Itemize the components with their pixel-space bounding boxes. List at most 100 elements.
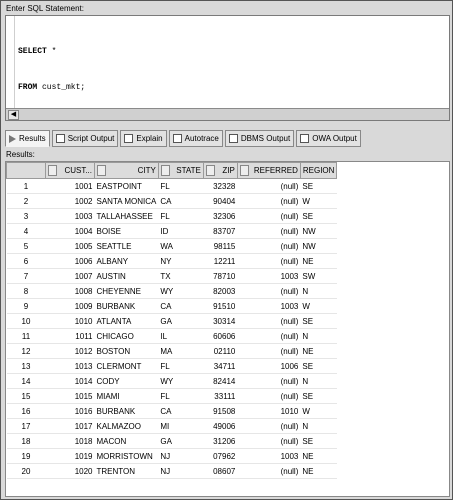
zip-cell[interactable]: 12211 [203, 253, 238, 269]
state-cell[interactable]: NY [158, 253, 204, 269]
zip-cell[interactable]: 34711 [203, 358, 238, 374]
referred-cell[interactable]: (null) [237, 463, 301, 479]
city-cell[interactable]: BOSTON [94, 343, 159, 359]
state-cell[interactable]: FL [158, 178, 204, 194]
city-cell[interactable]: ALBANY [94, 253, 159, 269]
state-cell[interactable]: NJ [158, 448, 204, 464]
state-cell[interactable]: CA [158, 403, 204, 419]
city-cell[interactable]: MORRISTOWN [94, 448, 159, 464]
column-header-city[interactable]: CITY [94, 162, 159, 179]
city-cell[interactable]: CHICAGO [94, 328, 159, 344]
tab-autotrace[interactable]: Autotrace [168, 130, 223, 147]
cust-id-cell[interactable]: 1019 [45, 448, 95, 464]
table-row[interactable]: 14 1014 CODY WY 82414 (null) N [6, 373, 337, 389]
table-row[interactable]: 6 1006 ALBANY NY 12211 (null) NE [6, 253, 337, 269]
zip-cell[interactable]: 78710 [203, 268, 238, 284]
cust-id-cell[interactable]: 1001 [45, 178, 95, 194]
zip-cell[interactable]: 07962 [203, 448, 238, 464]
region-cell[interactable]: N [300, 283, 337, 299]
state-cell[interactable]: CA [158, 298, 204, 314]
cust-id-cell[interactable]: 1007 [45, 268, 95, 284]
table-row[interactable]: 1 1001 EASTPOINT FL 32328 (null) SE [6, 178, 337, 194]
state-cell[interactable]: MA [158, 343, 204, 359]
referred-cell[interactable]: (null) [237, 418, 301, 434]
city-cell[interactable]: TRENTON [94, 463, 159, 479]
cust-id-cell[interactable]: 1004 [45, 223, 95, 239]
state-cell[interactable]: FL [158, 208, 204, 224]
state-cell[interactable]: GA [158, 433, 204, 449]
referred-cell[interactable]: (null) [237, 433, 301, 449]
referred-cell[interactable]: (null) [237, 343, 301, 359]
state-cell[interactable]: WA [158, 238, 204, 254]
state-cell[interactable]: WY [158, 373, 204, 389]
region-cell[interactable]: SE [300, 433, 337, 449]
region-cell[interactable]: NE [300, 253, 337, 269]
referred-cell[interactable]: (null) [237, 373, 301, 389]
city-cell[interactable]: SANTA MONICA [94, 193, 159, 209]
state-cell[interactable]: CA [158, 193, 204, 209]
table-row[interactable]: 12 1012 BOSTON MA 02110 (null) NE [6, 343, 337, 359]
table-row[interactable]: 4 1004 BOISE ID 83707 (null) NW [6, 223, 337, 239]
region-cell[interactable]: N [300, 328, 337, 344]
region-cell[interactable]: SE [300, 208, 337, 224]
table-row[interactable]: 2 1002 SANTA MONICA CA 90404 (null) W [6, 193, 337, 209]
city-cell[interactable]: SEATTLE [94, 238, 159, 254]
editor-horizontal-scrollbar[interactable]: ◀ [6, 108, 449, 120]
referred-cell[interactable]: 1010 [237, 403, 301, 419]
region-cell[interactable]: SE [300, 178, 337, 194]
table-row[interactable]: 11 1011 CHICAGO IL 60606 (null) N [6, 328, 337, 344]
referred-cell[interactable]: (null) [237, 208, 301, 224]
zip-cell[interactable]: 91508 [203, 403, 238, 419]
region-cell[interactable]: SE [300, 358, 337, 374]
cust-id-cell[interactable]: 1013 [45, 358, 95, 374]
cust-id-cell[interactable]: 1012 [45, 343, 95, 359]
cust-id-cell[interactable]: 1017 [45, 418, 95, 434]
zip-cell[interactable]: 02110 [203, 343, 238, 359]
table-row[interactable]: 5 1005 SEATTLE WA 98115 (null) NW [6, 238, 337, 254]
city-cell[interactable]: BOISE [94, 223, 159, 239]
referred-cell[interactable]: (null) [237, 238, 301, 254]
table-row[interactable]: 16 1016 BURBANK CA 91508 1010 W [6, 403, 337, 419]
referred-cell[interactable]: (null) [237, 193, 301, 209]
state-cell[interactable]: GA [158, 313, 204, 329]
region-cell[interactable]: NE [300, 448, 337, 464]
zip-cell[interactable]: 32306 [203, 208, 238, 224]
city-cell[interactable]: EASTPOINT [94, 178, 159, 194]
city-cell[interactable]: MACON [94, 433, 159, 449]
table-row[interactable]: 9 1009 BURBANK CA 91510 1003 W [6, 298, 337, 314]
state-cell[interactable]: FL [158, 358, 204, 374]
region-cell[interactable]: SW [300, 268, 337, 284]
zip-cell[interactable]: 32328 [203, 178, 238, 194]
region-cell[interactable]: W [300, 193, 337, 209]
scroll-left-arrow-icon[interactable]: ◀ [8, 110, 19, 120]
region-cell[interactable]: NE [300, 343, 337, 359]
state-cell[interactable]: FL [158, 388, 204, 404]
sql-code[interactable]: SELECT * FROM cust_mkt; [18, 22, 85, 118]
referred-cell[interactable]: (null) [237, 313, 301, 329]
tab-explain[interactable]: Explain [120, 130, 167, 147]
tab-dbms-output[interactable]: DBMS Output [224, 130, 295, 147]
city-cell[interactable]: CLERMONT [94, 358, 159, 374]
cust-id-cell[interactable]: 1011 [45, 328, 95, 344]
region-cell[interactable]: SE [300, 388, 337, 404]
region-cell[interactable]: W [300, 403, 337, 419]
cust-id-cell[interactable]: 1005 [45, 238, 95, 254]
zip-cell[interactable]: 31206 [203, 433, 238, 449]
referred-cell[interactable]: 1003 [237, 448, 301, 464]
zip-cell[interactable]: 49006 [203, 418, 238, 434]
column-header-region[interactable]: REGION [299, 162, 338, 179]
referred-cell[interactable]: 1003 [237, 268, 301, 284]
zip-cell[interactable]: 83707 [203, 223, 238, 239]
cust-id-cell[interactable]: 1009 [45, 298, 95, 314]
table-row[interactable]: 15 1015 MIAMI FL 33111 (null) SE [6, 388, 337, 404]
table-row[interactable]: 18 1018 MACON GA 31206 (null) SE [6, 433, 337, 449]
cust-id-cell[interactable]: 1016 [45, 403, 95, 419]
results-grid[interactable]: CUST... CITY STATE ZIP REFERRED REGION 1… [5, 161, 450, 497]
cust-id-cell[interactable]: 1018 [45, 433, 95, 449]
city-cell[interactable]: ATLANTA [94, 313, 159, 329]
referred-cell[interactable]: 1006 [237, 358, 301, 374]
city-cell[interactable]: CODY [94, 373, 159, 389]
zip-cell[interactable]: 82414 [203, 373, 238, 389]
column-header-state[interactable]: STATE [157, 162, 204, 179]
table-row[interactable]: 17 1017 KALMAZOO MI 49006 (null) N [6, 418, 337, 434]
